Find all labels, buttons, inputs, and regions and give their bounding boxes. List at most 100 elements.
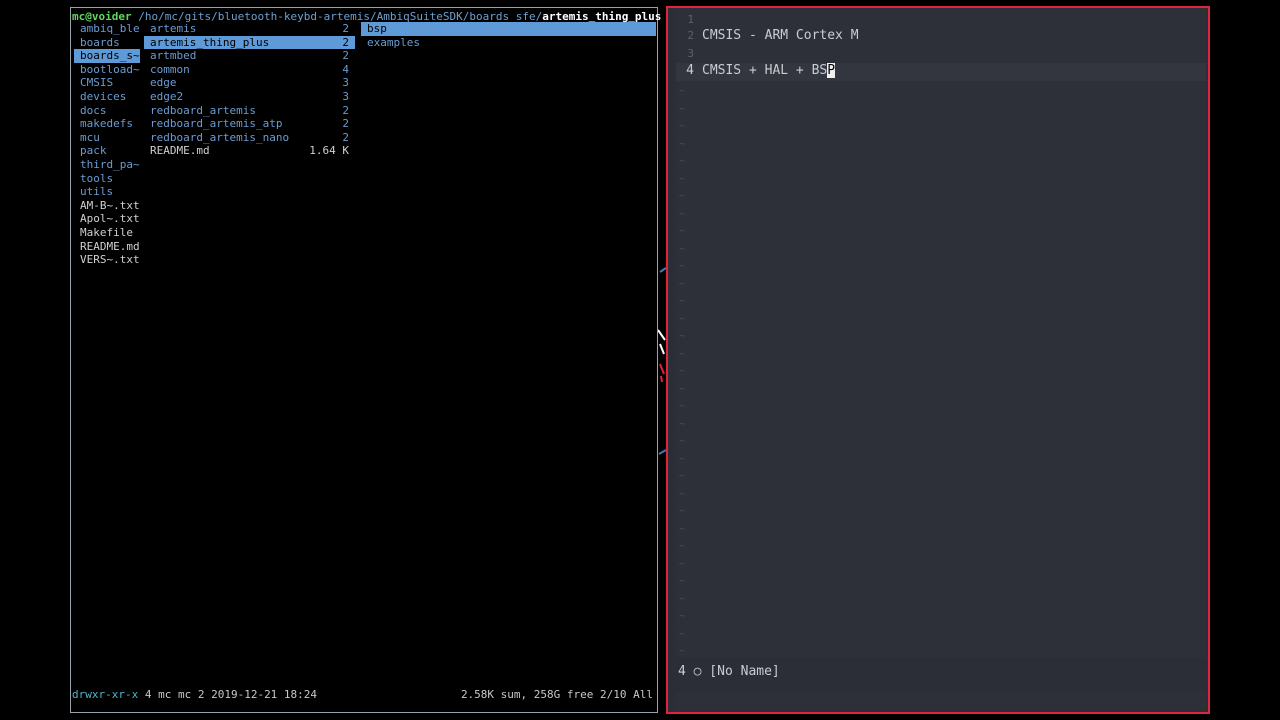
entry-name: README.md <box>150 144 210 158</box>
empty-line-tilde: ~ <box>679 646 686 657</box>
entry-name: third_pa~ <box>80 157 140 171</box>
directory-entry[interactable]: bsp <box>361 22 656 36</box>
entry-name: tools <box>80 171 114 185</box>
empty-line-tilde: ~ <box>679 506 686 517</box>
editor-line[interactable]: 2 CMSIS - ARM Cortex M <box>676 28 858 46</box>
file-entry[interactable]: AM-B~.txt <box>74 199 140 213</box>
empty-line-tilde: ~ <box>679 208 686 220</box>
directory-entry[interactable]: redboard_artemis_atp 2 <box>144 117 355 131</box>
entry-count: 2 <box>342 35 349 49</box>
directory-entry[interactable]: redboard_artemis_nano 2 <box>144 131 355 145</box>
editor-line[interactable]: 3 <box>676 46 702 64</box>
directory-entry[interactable]: ambiq_ble <box>74 22 140 36</box>
current-directory-column[interactable]: artemis 2 artemis_thing_plus 2 artmbed 2 commo… <box>144 22 355 158</box>
entry-name: CMSIS <box>80 76 114 90</box>
entry-name: bsp <box>367 22 387 35</box>
entry-name: artemis <box>150 22 197 35</box>
entry-name: docs <box>80 103 107 117</box>
entry-count: 3 <box>342 89 349 103</box>
entry-name: makedefs <box>80 117 133 131</box>
editor-current-line[interactable]: 4 CMSIS + HAL + BSP <box>676 63 1206 81</box>
empty-line-tilde: ~ <box>679 296 686 307</box>
empty-line-tilde: ~ <box>679 138 686 150</box>
directory-entry[interactable]: artemis 2 <box>144 22 355 36</box>
entry-count: 2 <box>342 117 349 131</box>
directory-entry[interactable]: docs <box>74 104 140 118</box>
entry-name: utils <box>80 185 114 199</box>
directory-entry[interactable]: artmbed 2 <box>144 49 355 63</box>
editor-buffer[interactable]: 1 2 CMSIS - ARM Cortex M 3 4 CMSIS + HAL +… <box>676 8 1206 658</box>
directory-entry[interactable]: edge2 3 <box>144 90 355 104</box>
entry-name: AM-B~.txt <box>80 198 140 212</box>
empty-line-tilde: ~ <box>679 576 686 587</box>
directory-entry[interactable]: pack <box>74 144 140 158</box>
empty-line-tilde: ~ <box>679 401 686 412</box>
entry-name: ambiq_ble <box>80 22 140 35</box>
empty-line-tilde: ~ <box>679 488 686 500</box>
directory-entry[interactable]: bootload~ <box>74 63 140 77</box>
entry-count: 4 <box>342 62 349 76</box>
directory-entry[interactable]: devices <box>74 90 140 104</box>
empty-line-tilde: ~ <box>679 278 686 290</box>
status-info: 4 mc mc 2 2019-12-21 18:24 <box>138 688 318 702</box>
line-text-content: CMSIS + HAL + BS <box>702 63 828 78</box>
empty-line-tilde: ~ <box>679 313 686 325</box>
directory-entry[interactable]: redboard_artemis 2 <box>144 104 355 118</box>
entry-name: pack <box>80 144 107 158</box>
entry-name: boards_s~ <box>80 49 140 63</box>
empty-line-tilde: ~ <box>679 418 686 430</box>
entry-name: VERS~.txt <box>80 253 140 267</box>
empty-line-tilde: ~ <box>679 156 686 167</box>
directory-entry[interactable]: boards_s~ <box>74 49 140 63</box>
directory-entry[interactable]: third_pa~ <box>74 158 140 172</box>
entry-count: 2 <box>342 130 349 144</box>
entry-count: 2 <box>342 22 349 35</box>
empty-line-tilde: ~ <box>679 558 686 570</box>
empty-line-tilde: ~ <box>679 173 686 185</box>
empty-line-tilde: ~ <box>679 261 686 272</box>
empty-line-tilde: ~ <box>679 383 686 395</box>
entry-name: redboard_artemis_nano <box>150 130 290 144</box>
directory-entry[interactable]: CMSIS <box>74 76 140 90</box>
preview-column[interactable]: bsp examples <box>361 22 656 49</box>
directory-entry[interactable]: common 4 <box>144 63 355 77</box>
empty-line-tilde: ~ <box>679 523 686 535</box>
status-line-text: 4 ○ [No Name] <box>678 664 780 679</box>
directory-entry[interactable]: utils <box>74 185 140 199</box>
file-entry[interactable]: README.md <box>74 240 140 254</box>
entry-count: 2 <box>342 103 349 117</box>
entry-name: bootload~ <box>80 62 140 76</box>
directory-entry[interactable]: makedefs <box>74 117 140 131</box>
entry-count: 3 <box>342 76 349 90</box>
empty-line-tilde: ~ <box>679 86 686 97</box>
empty-line-tilde: ~ <box>679 436 686 447</box>
editor-command-line[interactable] <box>676 692 1206 710</box>
directory-entry[interactable]: mcu <box>74 131 140 145</box>
line-number: 2 <box>687 29 694 42</box>
directory-entry[interactable]: tools <box>74 172 140 186</box>
file-manager-terminal[interactable]: mc@voider /ho/mc/gits/bluetooth-keybd-ar… <box>70 7 661 713</box>
entry-name: mcu <box>80 130 100 144</box>
entry-name: boards <box>80 35 120 49</box>
text-editor-window[interactable]: 1 2 CMSIS - ARM Cortex M 3 4 CMSIS + HAL +… <box>666 6 1210 714</box>
empty-line-tilde: ~ <box>679 121 686 132</box>
empty-line-tilde: ~ <box>679 191 686 202</box>
parent-directory-column[interactable]: ambiq_ble boards boards_s~ bootload~ CMSIS de… <box>74 22 140 267</box>
file-entry[interactable]: README.md 1.64 K <box>144 144 355 158</box>
directory-entry[interactable]: examples <box>361 36 656 50</box>
empty-line-tilde: ~ <box>679 366 686 377</box>
entry-name: redboard_artemis_atp <box>150 117 283 131</box>
file-entry[interactable]: Makefile <box>74 226 140 240</box>
empty-line-tilde: ~ <box>679 226 686 237</box>
file-entry[interactable]: VERS~.txt <box>74 253 140 267</box>
directory-entry[interactable]: boards <box>74 36 140 50</box>
empty-line-tilde: ~ <box>679 331 686 342</box>
text-cursor: P <box>827 63 836 78</box>
directory-entry[interactable]: artemis_thing_plus 2 <box>144 35 355 50</box>
editor-status-line: 4 ○ [No Name] <box>676 662 1206 682</box>
entry-count: 2 <box>342 49 349 63</box>
line-text: CMSIS + HAL + BSP <box>702 63 836 78</box>
directory-entry[interactable]: edge 3 <box>144 76 355 90</box>
file-entry[interactable]: Apol~.txt <box>74 212 140 226</box>
entry-name: edge2 <box>150 89 184 103</box>
